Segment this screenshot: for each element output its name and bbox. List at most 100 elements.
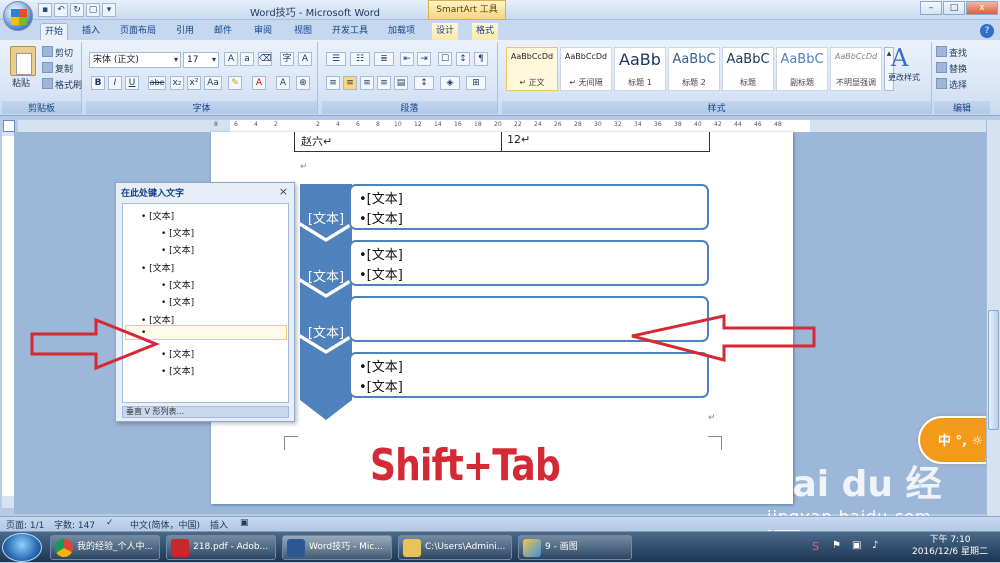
font-size-select[interactable]: 17 xyxy=(183,52,219,68)
style-title[interactable]: AaBbC 标题 xyxy=(722,47,774,91)
bold-button[interactable]: B xyxy=(91,76,105,90)
align-left-icon[interactable]: ≡ xyxy=(326,76,340,90)
find-button[interactable]: 查找 xyxy=(936,46,967,59)
text-pane-layout-link[interactable]: 垂直 V 形列表... xyxy=(122,406,289,418)
table-row[interactable]: 赵六↵ 12↵ xyxy=(294,132,710,152)
list-item[interactable]: [文本] xyxy=(161,347,194,360)
chevron-label[interactable]: [文本] xyxy=(300,208,352,227)
char-border-icon[interactable]: A xyxy=(298,52,312,66)
enclose-char-icon[interactable]: ⊕ xyxy=(296,76,310,90)
list-item[interactable]: [文本] xyxy=(161,364,194,377)
increase-indent-icon[interactable]: ⇥ xyxy=(417,52,431,66)
select-button[interactable]: 选择 xyxy=(936,78,967,91)
justify-icon[interactable]: ≡ xyxy=(377,76,391,90)
tab-selector[interactable] xyxy=(3,120,15,132)
close-icon[interactable]: × xyxy=(279,185,288,198)
flag-icon[interactable]: ⚑ xyxy=(832,540,841,551)
style-subtitle[interactable]: AaBbC 副标题 xyxy=(776,47,828,91)
tab-mailings[interactable]: 邮件 xyxy=(210,23,236,40)
subscript-button[interactable]: x₂ xyxy=(170,76,184,90)
shading-icon[interactable]: ◈ xyxy=(440,76,460,90)
insert-mode[interactable]: 插入 xyxy=(210,518,228,531)
smartart-bullet[interactable]: •[文本] xyxy=(359,208,403,227)
smartart-bullet[interactable]: •[文本] xyxy=(359,244,403,263)
align-right-icon[interactable]: ≡ xyxy=(360,76,374,90)
office-button[interactable] xyxy=(3,1,33,31)
help-icon[interactable]: ? xyxy=(980,24,994,38)
copy-button[interactable]: 复制 xyxy=(42,62,73,75)
replace-button[interactable]: 替换 xyxy=(936,62,967,75)
minimize-button[interactable]: – xyxy=(920,1,942,15)
tab-home[interactable]: 开始 xyxy=(40,23,69,40)
smartart-bullet[interactable]: •[文本] xyxy=(359,356,403,375)
show-marks-icon[interactable]: ¶ xyxy=(474,52,488,66)
smartart-box[interactable]: •[文本] •[文本] xyxy=(349,240,709,286)
smartart-text-pane[interactable]: 在此处键入文字 × [文本] [文本] [文本] [文本] [文本] [文本] … xyxy=(115,182,295,422)
borders-icon[interactable]: ⊞ xyxy=(466,76,486,90)
paste-icon[interactable] xyxy=(10,46,36,76)
align-center-icon[interactable]: ≡ xyxy=(343,76,357,90)
cut-button[interactable]: 剪切 xyxy=(42,46,73,59)
table-cell[interactable]: 12↵ xyxy=(507,133,530,146)
italic-button[interactable]: I xyxy=(108,76,122,90)
bullets-icon[interactable]: ☰ xyxy=(326,52,346,66)
horizontal-ruler[interactable]: 8 6 4 2 2 4 6 8 10 12 14 16 18 20 22 24 … xyxy=(18,120,998,132)
underline-button[interactable]: U xyxy=(125,76,139,90)
start-button[interactable] xyxy=(2,533,42,562)
save-icon[interactable]: ▪ xyxy=(38,3,52,17)
grow-font-icon[interactable]: A xyxy=(224,52,238,66)
paste-button[interactable]: 粘贴 xyxy=(12,76,30,89)
close-button[interactable]: x xyxy=(966,1,998,15)
tab-format[interactable]: 格式 xyxy=(472,23,499,40)
style-heading-1[interactable]: AaBb 标题 1 xyxy=(614,47,666,91)
tab-page-layout[interactable]: 页面布局 xyxy=(116,23,160,40)
tab-review[interactable]: 审阅 xyxy=(250,23,276,40)
list-item[interactable]: [文本] xyxy=(161,278,194,291)
network-icon[interactable]: ▣ xyxy=(852,540,861,551)
chevron-shape[interactable] xyxy=(300,338,352,420)
proofing-icon[interactable]: ✓ xyxy=(106,518,114,528)
list-item[interactable]: [文本] xyxy=(161,226,194,239)
smartart-bullet[interactable]: •[文本] xyxy=(359,264,403,283)
text-pane-list[interactable]: [文本] [文本] [文本] [文本] [文本] [文本] [文本] [文本] … xyxy=(122,203,289,403)
style-normal[interactable]: AaBbCcDd ↵ 正文 xyxy=(506,47,558,91)
decrease-indent-icon[interactable]: ⇤ xyxy=(400,52,414,66)
change-styles-icon[interactable]: A xyxy=(891,44,908,72)
tab-design[interactable]: 设计 xyxy=(432,23,459,40)
list-item[interactable]: [文本] xyxy=(161,243,194,256)
taskbar-item[interactable]: 9 - 画图 xyxy=(518,535,632,560)
vertical-scrollbar[interactable] xyxy=(986,120,1000,516)
clear-format-icon[interactable]: ⌫ xyxy=(258,52,272,66)
distribute-icon[interactable]: ▤ xyxy=(394,76,408,90)
qat-more-icon[interactable]: ▾ xyxy=(102,3,116,17)
vertical-ruler[interactable] xyxy=(2,132,14,508)
style-subtle-emphasis[interactable]: AaBbCcDd 不明显强调 xyxy=(830,47,882,91)
tab-addins[interactable]: 加载项 xyxy=(384,23,419,40)
macro-icon[interactable]: ▣ xyxy=(240,518,249,528)
change-styles-button[interactable]: 更改样式 xyxy=(888,72,920,83)
undo-icon[interactable]: ↶ xyxy=(54,3,68,17)
scrollbar-thumb[interactable] xyxy=(988,310,999,430)
smartart-box[interactable]: •[文本] •[文本] xyxy=(349,184,709,230)
maximize-button[interactable]: □ xyxy=(943,1,965,15)
tab-insert[interactable]: 插入 xyxy=(78,23,104,40)
clock[interactable]: 下午 7:10 2016/12/6 星期二 xyxy=(904,534,996,558)
taskbar-item[interactable]: 218.pdf - Adob... xyxy=(166,535,276,560)
shrink-font-icon[interactable]: a xyxy=(240,52,254,66)
highlight-icon[interactable]: ✎ xyxy=(228,76,242,90)
taskbar-item[interactable]: 我的经验_个人中... xyxy=(50,535,160,560)
change-case-button[interactable]: Aa xyxy=(204,76,222,90)
phonetic-icon[interactable]: 字 xyxy=(280,52,294,66)
tab-view[interactable]: 视图 xyxy=(290,23,316,40)
language-status[interactable]: 中文(简体，中国) xyxy=(130,518,200,531)
strikethrough-button[interactable]: abe xyxy=(148,76,166,90)
format-painter-button[interactable]: 格式刷 xyxy=(42,78,82,91)
smartart-bullet[interactable]: •[文本] xyxy=(359,376,403,395)
chevron-label[interactable]: [文本] xyxy=(300,322,352,341)
char-shading-icon[interactable]: A xyxy=(276,76,290,90)
font-color-icon[interactable]: A xyxy=(252,76,266,90)
line-spacing-icon[interactable]: ↕ xyxy=(414,76,434,90)
table-cell[interactable]: 赵六↵ xyxy=(301,133,332,149)
tab-developer[interactable]: 开发工具 xyxy=(328,23,372,40)
sort-icon[interactable]: ↕ xyxy=(456,52,470,66)
